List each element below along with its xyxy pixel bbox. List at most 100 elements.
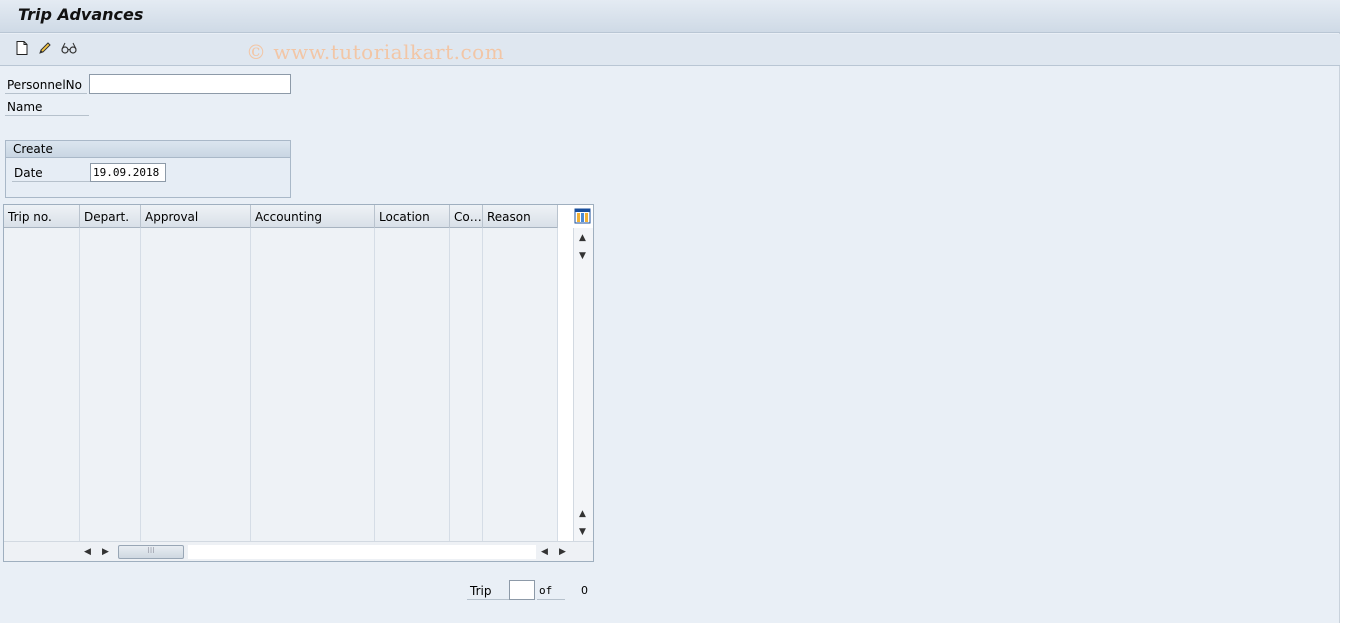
- table-cell[interactable]: [450, 438, 483, 459]
- scroll-down-icon[interactable]: ▼: [579, 251, 586, 261]
- table-row[interactable]: [4, 375, 558, 396]
- table-cell[interactable]: [450, 459, 483, 480]
- table-cell[interactable]: [251, 480, 375, 501]
- table-cell[interactable]: [375, 333, 450, 354]
- table-row[interactable]: [4, 291, 558, 312]
- table-cell[interactable]: [375, 270, 450, 291]
- horizontal-scroll-track[interactable]: [188, 545, 536, 559]
- table-cell[interactable]: [80, 396, 141, 417]
- table-cell[interactable]: [141, 333, 251, 354]
- table-cell[interactable]: [483, 480, 558, 501]
- table-cell[interactable]: [4, 375, 80, 396]
- table-cell[interactable]: [80, 375, 141, 396]
- table-cell[interactable]: [375, 354, 450, 375]
- table-cell[interactable]: [450, 249, 483, 270]
- table-cell[interactable]: [450, 417, 483, 438]
- table-cell[interactable]: [141, 396, 251, 417]
- table-cell[interactable]: [4, 354, 80, 375]
- table-row[interactable]: [4, 417, 558, 438]
- table-cell[interactable]: [251, 375, 375, 396]
- table-cell[interactable]: [4, 417, 80, 438]
- table-cell[interactable]: [141, 459, 251, 480]
- table-cell[interactable]: [251, 459, 375, 480]
- date-input[interactable]: 19.09.2018: [90, 163, 166, 182]
- table-cell[interactable]: [141, 249, 251, 270]
- table-cell[interactable]: [251, 333, 375, 354]
- table-cell[interactable]: [4, 228, 80, 249]
- table-cell[interactable]: [251, 312, 375, 333]
- table-cell[interactable]: [483, 438, 558, 459]
- table-cell[interactable]: [483, 354, 558, 375]
- table-cell[interactable]: [375, 312, 450, 333]
- table-cell[interactable]: [80, 417, 141, 438]
- table-row[interactable]: [4, 480, 558, 501]
- table-cell[interactable]: [141, 354, 251, 375]
- table-cell[interactable]: [251, 228, 375, 249]
- table-cell[interactable]: [375, 501, 450, 522]
- table-cell[interactable]: [450, 333, 483, 354]
- column-header-country[interactable]: Co…: [450, 205, 483, 228]
- table-cell[interactable]: [450, 522, 483, 543]
- table-cell[interactable]: [4, 396, 80, 417]
- table-cell[interactable]: [483, 333, 558, 354]
- table-row[interactable]: [4, 228, 558, 249]
- table-cell[interactable]: [483, 459, 558, 480]
- table-cell[interactable]: [251, 270, 375, 291]
- table-cell[interactable]: [141, 501, 251, 522]
- table-row[interactable]: [4, 312, 558, 333]
- pencil-edit-icon[interactable]: [37, 40, 55, 58]
- vertical-scrollbar[interactable]: ▲ ▼ ▲ ▼: [573, 228, 593, 541]
- table-cell[interactable]: [80, 228, 141, 249]
- table-cell[interactable]: [450, 228, 483, 249]
- table-cell[interactable]: [4, 333, 80, 354]
- column-header-trip-no[interactable]: Trip no.: [4, 205, 80, 228]
- table-cell[interactable]: [483, 228, 558, 249]
- table-cell[interactable]: [80, 438, 141, 459]
- scroll-end-left-icon[interactable]: ◀: [541, 547, 548, 557]
- table-row[interactable]: [4, 522, 558, 543]
- column-header-approval[interactable]: Approval: [141, 205, 251, 228]
- table-row[interactable]: [4, 333, 558, 354]
- table-cell[interactable]: [375, 249, 450, 270]
- table-cell[interactable]: [251, 438, 375, 459]
- table-cell[interactable]: [375, 228, 450, 249]
- table-cell[interactable]: [80, 459, 141, 480]
- table-cell[interactable]: [450, 354, 483, 375]
- table-cell[interactable]: [375, 522, 450, 543]
- table-cell[interactable]: [80, 522, 141, 543]
- table-cell[interactable]: [141, 375, 251, 396]
- table-cell[interactable]: [4, 522, 80, 543]
- table-cell[interactable]: [141, 480, 251, 501]
- table-cell[interactable]: [483, 270, 558, 291]
- table-row[interactable]: [4, 459, 558, 480]
- table-cell[interactable]: [141, 228, 251, 249]
- table-cell[interactable]: [450, 270, 483, 291]
- table-cell[interactable]: [251, 291, 375, 312]
- table-cell[interactable]: [375, 396, 450, 417]
- table-cell[interactable]: [141, 312, 251, 333]
- scroll-page-down-icon[interactable]: ▼: [579, 527, 586, 537]
- column-header-reason[interactable]: Reason: [483, 205, 558, 228]
- personnel-no-input[interactable]: [89, 74, 291, 94]
- scroll-right-icon[interactable]: ▶: [102, 547, 109, 557]
- table-cell[interactable]: [483, 396, 558, 417]
- table-cell[interactable]: [375, 480, 450, 501]
- horizontal-scrollbar[interactable]: ◀ ▶ ⁝⁝⁝ ◀ ▶: [4, 541, 593, 561]
- table-row[interactable]: [4, 396, 558, 417]
- table-cell[interactable]: [251, 249, 375, 270]
- table-cell[interactable]: [483, 522, 558, 543]
- table-cell[interactable]: [4, 480, 80, 501]
- table-cell[interactable]: [4, 501, 80, 522]
- scroll-page-up-icon[interactable]: ▲: [579, 509, 586, 519]
- table-cell[interactable]: [483, 501, 558, 522]
- column-header-accounting[interactable]: Accounting: [251, 205, 375, 228]
- table-cell[interactable]: [483, 417, 558, 438]
- table-cell[interactable]: [375, 438, 450, 459]
- new-document-icon[interactable]: [14, 40, 32, 58]
- table-cell[interactable]: [375, 459, 450, 480]
- table-cell[interactable]: [450, 396, 483, 417]
- table-cell[interactable]: [450, 480, 483, 501]
- table-row[interactable]: [4, 438, 558, 459]
- table-cell[interactable]: [80, 501, 141, 522]
- table-cell[interactable]: [483, 291, 558, 312]
